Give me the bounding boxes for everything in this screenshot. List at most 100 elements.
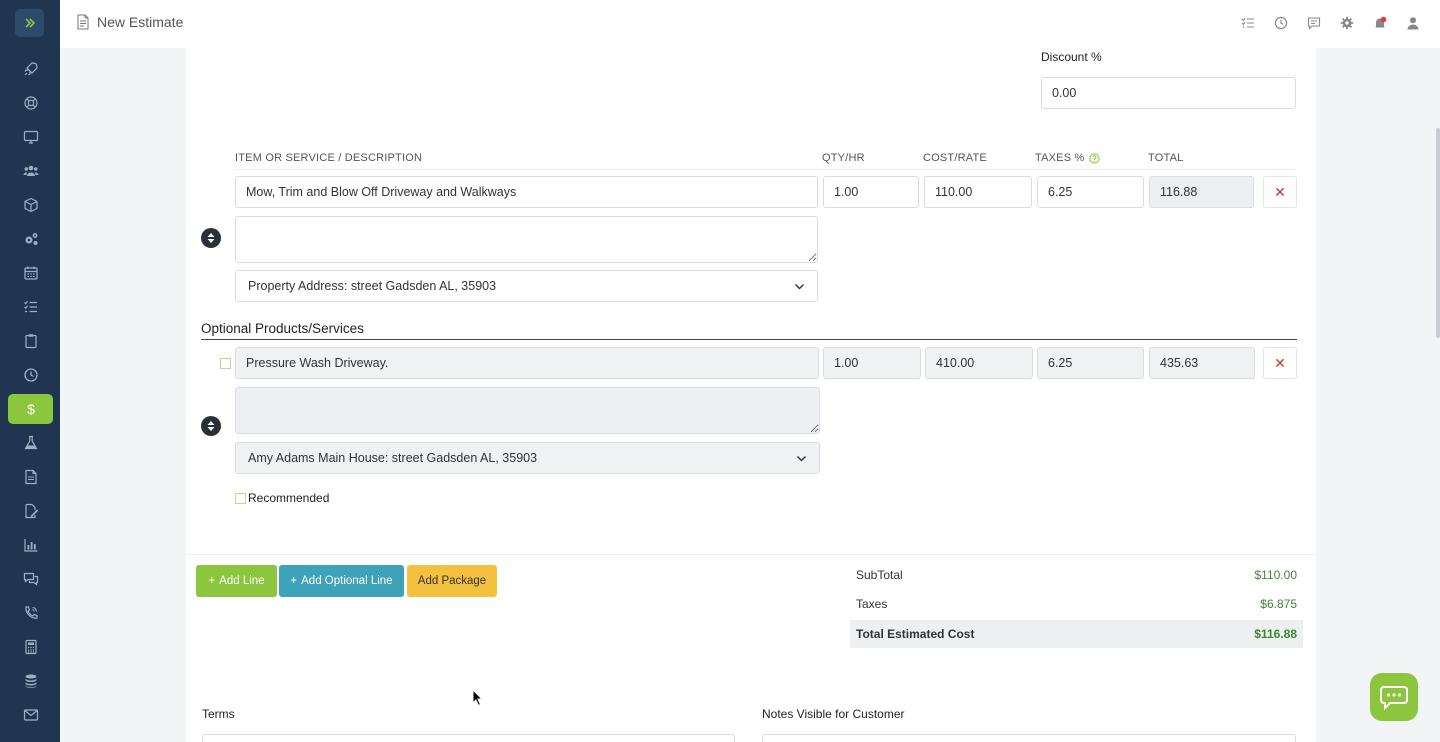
drag-sort-icon[interactable]	[201, 416, 221, 436]
cube-icon	[23, 197, 38, 213]
optional-item-name-input[interactable]: Pressure Wash Driveway.	[235, 347, 819, 379]
user-icon[interactable]	[1406, 16, 1420, 30]
sidebar-item-rocket[interactable]	[8, 54, 53, 84]
sidebar-item-dollar[interactable]: $	[8, 394, 53, 424]
top-header: New Estimate	[60, 0, 1440, 48]
optional-item-taxes-input[interactable]: 6.25	[1037, 347, 1144, 379]
sidebar-item-calendar[interactable]	[8, 258, 53, 288]
gear-icon[interactable]	[1340, 16, 1354, 30]
taxes-value: $6.875	[1260, 597, 1297, 611]
plus-icon: +	[290, 575, 298, 587]
line-item-address-select[interactable]: Property Address: street Gadsden AL, 359…	[235, 270, 818, 302]
optional-item-cost-input[interactable]: 410.00	[925, 347, 1033, 379]
sidebar-item-flask[interactable]	[8, 428, 53, 458]
bar-chart-icon	[23, 539, 37, 552]
sidebar-item-mail[interactable]	[8, 700, 53, 730]
bell-icon[interactable]	[1373, 16, 1387, 30]
optional-item-qty-input[interactable]: 1.00	[823, 347, 921, 379]
add-line-button[interactable]: + Add Line	[196, 565, 277, 597]
sidebar-item-cogs[interactable]	[8, 224, 53, 254]
sidebar-toggle-button[interactable]	[15, 9, 44, 37]
sidebar-item-clipboard[interactable]	[8, 326, 53, 356]
line-item-qty-input[interactable]: 1.00	[823, 176, 919, 208]
clipboard-icon	[24, 334, 37, 349]
edit-file-icon	[24, 503, 38, 519]
comments-icon	[23, 572, 38, 586]
page-title-text: New Estimate	[97, 14, 184, 30]
file-icon	[24, 469, 37, 485]
optional-item-select-checkbox[interactable]	[220, 358, 231, 369]
delete-optional-line-button[interactable]: ✕	[1263, 347, 1297, 379]
terms-label: Terms	[202, 707, 235, 721]
sidebar-item-cube[interactable]	[8, 190, 53, 220]
notes-field[interactable]	[762, 734, 1296, 742]
clock-icon[interactable]	[1274, 16, 1288, 30]
plus-icon: +	[208, 575, 216, 587]
mail-icon	[23, 709, 38, 721]
cogs-icon	[25, 233, 37, 245]
phone-icon	[24, 606, 38, 619]
sidebar-item-edit-file[interactable]	[8, 496, 53, 526]
flask-icon	[23, 435, 38, 450]
recommended-label: Recommended	[248, 491, 330, 505]
line-item-taxes-input[interactable]: 6.25	[1037, 176, 1144, 208]
sidebar-item-calculator[interactable]	[8, 632, 53, 662]
header-divider	[235, 169, 1297, 170]
add-package-button-label: Add Package	[417, 575, 487, 587]
sidebar-item-monitor[interactable]	[8, 122, 53, 152]
double-chevron-right-icon	[24, 18, 35, 28]
sidebar-item-comments[interactable]	[8, 564, 53, 594]
optional-item-total-field: 435.63	[1149, 347, 1255, 379]
delete-line-button[interactable]: ✕	[1263, 176, 1297, 208]
line-item-total-field: 116.88	[1149, 176, 1254, 208]
scrollbar[interactable]	[1436, 128, 1440, 338]
line-item-name-input[interactable]: Mow, Trim and Blow Off Driveway and Walk…	[235, 176, 818, 208]
drag-sort-icon[interactable]	[201, 228, 221, 248]
add-optional-line-button-label: Add Optional Line	[301, 575, 393, 587]
checklist-icon[interactable]	[1241, 16, 1255, 30]
sidebar-item-database[interactable]	[8, 666, 53, 696]
terms-field[interactable]	[202, 734, 735, 742]
help-icon[interactable]	[1088, 152, 1100, 164]
line-item-cost-input[interactable]: 110.00	[924, 176, 1032, 208]
sidebar-item-users[interactable]	[8, 156, 53, 186]
sidebar-item-file[interactable]	[8, 462, 53, 492]
optional-item-address-select[interactable]: Amy Adams Main House: street Gadsden AL,…	[235, 442, 820, 474]
document-icon	[77, 14, 89, 30]
add-line-button-label: Add Line	[219, 575, 265, 587]
sidebar-item-phone[interactable]	[8, 598, 53, 628]
lifebuoy-icon	[23, 96, 38, 110]
discount-label: Discount %	[1041, 50, 1102, 64]
discount-input[interactable]: 0.00	[1041, 77, 1296, 109]
chevron-down-icon	[797, 455, 806, 461]
notes-label: Notes Visible for Customer	[762, 707, 905, 721]
sidebar-item-bar-chart[interactable]	[8, 530, 53, 560]
page-title: New Estimate	[76, 14, 183, 30]
close-icon: ✕	[1274, 183, 1286, 200]
sidebar-item-tasks[interactable]	[8, 292, 53, 322]
divider	[186, 554, 1316, 555]
database-icon	[25, 674, 36, 688]
close-icon: ✕	[1274, 354, 1286, 371]
optional-item-description-textarea[interactable]	[235, 387, 820, 434]
recommended-checkbox[interactable]	[235, 493, 246, 504]
chat-icon[interactable]	[1307, 16, 1321, 30]
line-item-description-textarea[interactable]	[235, 216, 818, 263]
total-row: Total Estimated Cost $116.88	[850, 620, 1303, 648]
calculator-icon	[24, 639, 37, 655]
optional-section-title: Optional Products/Services	[201, 321, 364, 336]
sidebar-item-lifebuoy[interactable]	[8, 88, 53, 118]
rocket-icon	[24, 62, 38, 76]
add-package-button[interactable]: Add Package	[407, 565, 497, 597]
mouse-cursor-icon	[472, 689, 484, 707]
clock-icon	[23, 368, 38, 382]
monitor-icon	[23, 130, 38, 144]
sidebar-item-clock[interactable]	[8, 360, 53, 390]
address-select-value: Amy Adams Main House: street Gadsden AL,…	[248, 451, 538, 465]
add-optional-line-button[interactable]: + Add Optional Line	[279, 565, 404, 597]
subtotal-label: SubTotal	[856, 568, 903, 582]
column-header-taxes: TAXES %	[1035, 152, 1100, 164]
users-icon	[23, 165, 38, 176]
chat-bubble-icon	[1380, 686, 1408, 710]
chat-widget-button[interactable]	[1370, 673, 1418, 721]
